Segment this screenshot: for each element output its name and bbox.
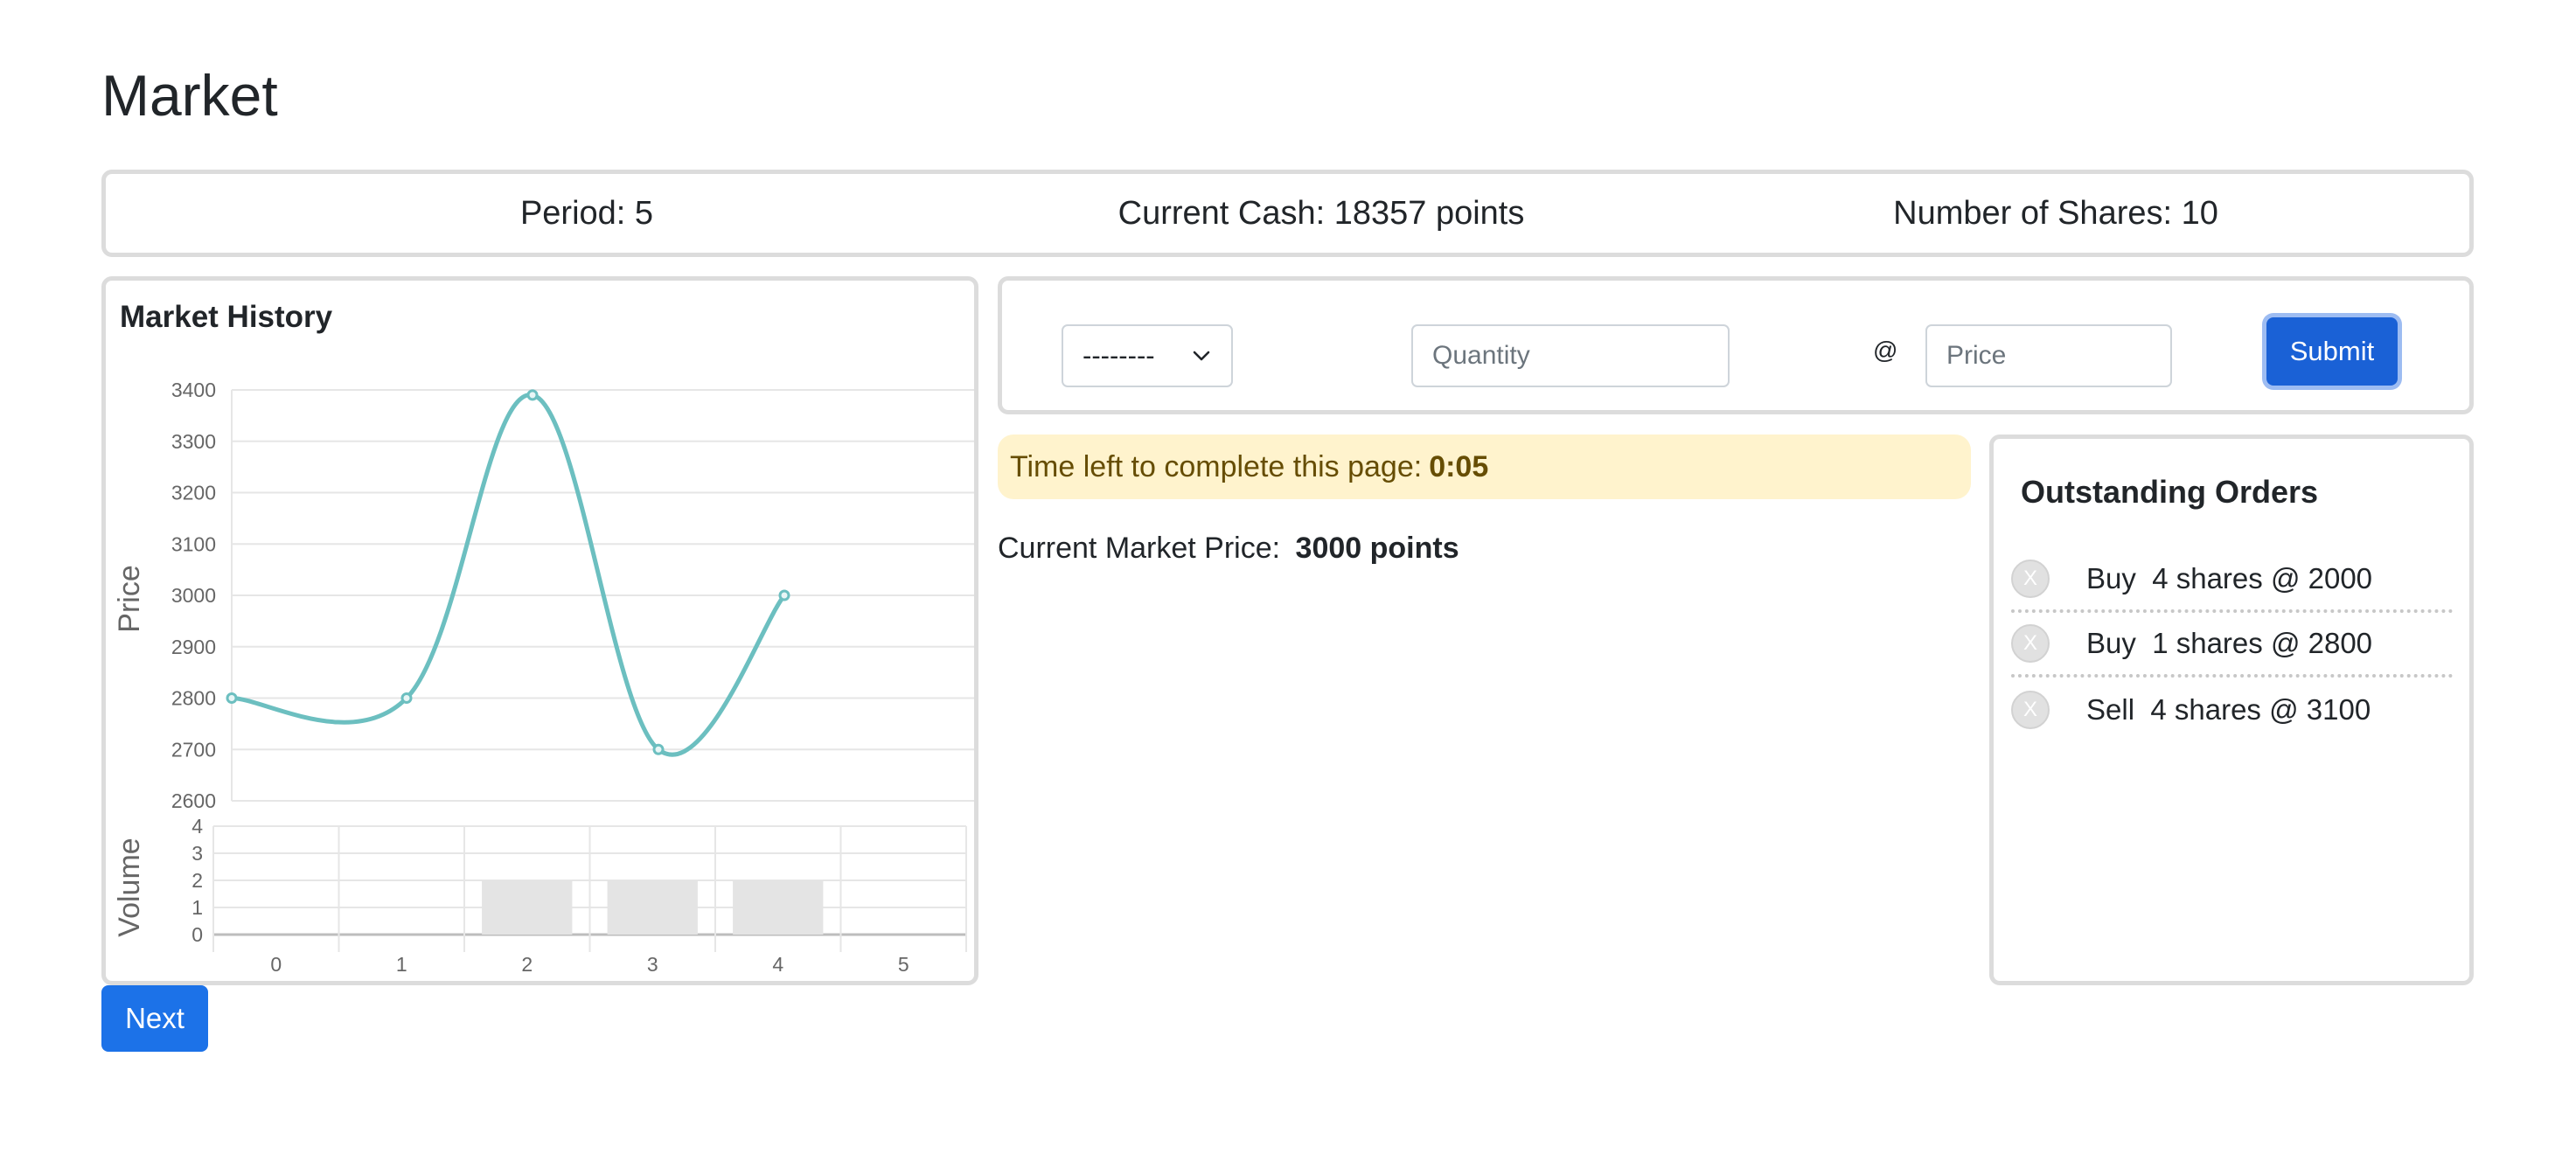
x-tick-label: 2 bbox=[521, 953, 533, 976]
volume-tick-label: 4 bbox=[191, 815, 203, 838]
submit-button[interactable]: Submit bbox=[2266, 317, 2398, 386]
volume-tick-label: 2 bbox=[191, 869, 203, 892]
page-title: Market bbox=[101, 63, 278, 128]
price-series-line bbox=[231, 393, 786, 757]
at-symbol: @ bbox=[1873, 337, 1898, 364]
market-history-panel: Market History 3400 3300 3200 3100 3000 2900 2… bbox=[101, 276, 978, 985]
order-form-panel: -------- Quantity @ Price Submit bbox=[998, 276, 2474, 414]
order-text: Buy 4 shares @ 2000 bbox=[2086, 562, 2373, 594]
order-text: Buy 1 shares @ 2800 bbox=[2086, 627, 2373, 659]
current-market-price: Current Market Price: 3000 points bbox=[998, 532, 1459, 566]
volume-tick-label: 3 bbox=[191, 842, 203, 865]
market-price-label: Current Market Price: bbox=[998, 532, 1281, 565]
order-type-value: -------- bbox=[1083, 340, 1155, 371]
price-tick-label: 2900 bbox=[171, 636, 216, 658]
volume-bar bbox=[607, 880, 698, 935]
order-item: X Buy 1 shares @ 2800 bbox=[2011, 613, 2453, 678]
cancel-order-button[interactable]: X bbox=[2011, 624, 2050, 663]
outstanding-orders-title: Outstanding Orders bbox=[2021, 474, 2319, 510]
price-point bbox=[526, 389, 539, 401]
x-tick-label: 3 bbox=[647, 953, 658, 976]
chevron-down-icon bbox=[1193, 351, 1210, 361]
price-tick-label: 2800 bbox=[171, 687, 216, 710]
timer-value: 0:05 bbox=[1429, 449, 1489, 483]
quantity-placeholder: Quantity bbox=[1432, 341, 1530, 370]
cancel-order-button[interactable]: X bbox=[2011, 560, 2050, 598]
next-button[interactable]: Next bbox=[101, 985, 208, 1052]
volume-tick-label: 0 bbox=[191, 923, 203, 946]
price-axis-label: Price bbox=[113, 565, 146, 632]
price-tick-label: 3200 bbox=[171, 482, 216, 504]
x-tick-label: 0 bbox=[270, 953, 282, 976]
price-placeholder: Price bbox=[1946, 341, 2007, 370]
price-tick-label: 3100 bbox=[171, 532, 216, 555]
x-tick-label: 1 bbox=[396, 953, 407, 976]
timer-label: Time left to complete this page: bbox=[1010, 449, 1423, 483]
price-point bbox=[226, 692, 238, 704]
order-text: Sell 4 shares @ 3100 bbox=[2086, 693, 2371, 726]
cash-stat: Current Cash: 18357 points bbox=[1117, 194, 1525, 232]
order-type-select[interactable]: -------- bbox=[1062, 324, 1233, 387]
price-point bbox=[778, 589, 790, 601]
price-tick-label: 3400 bbox=[171, 379, 216, 401]
market-history-chart: 340033003200310030002900280027002600Pric… bbox=[113, 379, 974, 976]
volume-bar bbox=[733, 880, 824, 935]
shares-stat: Number of Shares: 10 bbox=[1893, 194, 2218, 232]
quantity-input[interactable]: Quantity bbox=[1411, 324, 1730, 387]
price-tick-label: 3300 bbox=[171, 430, 216, 453]
price-point bbox=[652, 743, 665, 755]
price-tick-label: 2600 bbox=[171, 789, 216, 812]
market-price-value: 3000 points bbox=[1295, 532, 1459, 565]
price-tick-label: 2700 bbox=[171, 738, 216, 761]
order-item: X Buy 4 shares @ 2000 bbox=[2011, 548, 2453, 613]
price-tick-label: 3000 bbox=[171, 584, 216, 607]
outstanding-orders-panel: Outstanding Orders X Buy 4 shares @ 2000… bbox=[1989, 435, 2474, 985]
order-item: X Sell 4 shares @ 3100 bbox=[2011, 678, 2453, 742]
cancel-order-button[interactable]: X bbox=[2011, 691, 2050, 729]
stats-panel: Period: 5 Current Cash: 18357 points Num… bbox=[101, 170, 2474, 257]
price-input[interactable]: Price bbox=[1925, 324, 2172, 387]
period-stat: Period: 5 bbox=[519, 194, 654, 232]
timer-alert: Time left to complete this page: 0:05 bbox=[998, 435, 1971, 499]
volume-bar bbox=[482, 880, 573, 935]
x-tick-label: 5 bbox=[898, 953, 909, 976]
price-point bbox=[400, 692, 413, 704]
volume-axis-label: Volume bbox=[113, 838, 146, 936]
volume-tick-label: 1 bbox=[191, 896, 203, 919]
x-tick-label: 4 bbox=[772, 953, 783, 976]
